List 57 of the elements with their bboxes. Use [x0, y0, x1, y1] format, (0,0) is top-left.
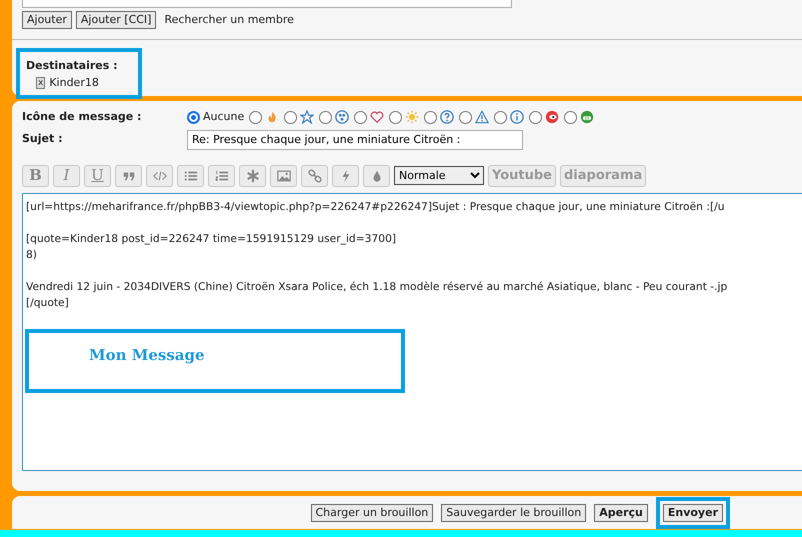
action-button[interactable]: Envoyer — [662, 504, 723, 522]
radio-button[interactable] — [389, 110, 402, 124]
quote-button[interactable] — [115, 164, 142, 186]
radio-button[interactable] — [459, 110, 472, 124]
asterisk-button[interactable] — [239, 164, 266, 186]
angry-face-icon — [545, 110, 560, 124]
message-field[interactable] — [22, 192, 802, 470]
add-button[interactable]: Ajouter [CCI] — [76, 11, 156, 29]
message-icon-label: Icône de message : — [22, 109, 142, 125]
grin-face-icon — [580, 110, 594, 124]
radio-label: Aucune — [203, 109, 244, 125]
text-line: [url=https://meharifrance.fr/phpBB3-4/viewtopic.php?p=226247#p226247]Sujet : Presque chaque jour, une miniature Citroën :[/u — [26, 198, 726, 214]
subject-label: Sujet : — [22, 131, 64, 148]
info-icon — [510, 110, 524, 124]
asterisk-icon — [246, 168, 260, 182]
text-line: [/quote] — [26, 294, 70, 310]
sun-icon — [405, 110, 420, 124]
radio-button[interactable] — [529, 110, 542, 124]
image-button[interactable] — [270, 164, 297, 186]
radio-button[interactable] — [249, 110, 262, 124]
recipient-name: Kinder18 — [49, 74, 99, 90]
link-icon — [308, 168, 322, 182]
note-text: Mon Message — [89, 346, 205, 364]
radio-button[interactable] — [284, 110, 298, 124]
radio-button[interactable] — [187, 110, 200, 124]
numbered-list-button[interactable] — [208, 164, 235, 186]
warning-icon — [475, 110, 490, 124]
radio-button[interactable] — [354, 110, 368, 124]
question-icon — [440, 110, 454, 124]
lightning-button[interactable] — [332, 164, 359, 186]
numbered-list-icon — [214, 168, 228, 182]
text-line: Vendredi 12 juin - 2034DIVERS (Chine) Citroën Xsara Police, éch 1.18 modèle réservé au marché Asiatique, blanc - Peu courant -.jp — [26, 278, 728, 294]
list-button[interactable] — [177, 164, 204, 186]
search-member-link[interactable]: Rechercher un membre — [164, 12, 294, 28]
image-icon — [276, 168, 290, 182]
code-button[interactable] — [146, 164, 173, 186]
list-icon — [184, 168, 198, 182]
drop-button[interactable] — [363, 164, 390, 186]
subject-field[interactable]: Re: Presque chaque jour, une miniature Citroën : — [187, 130, 523, 150]
recipients-label: Destinataires : — [26, 58, 119, 74]
add-button[interactable]: Ajouter — [22, 11, 72, 29]
text-line: 8) — [26, 246, 38, 262]
radio-button[interactable] — [319, 110, 332, 124]
radio-button[interactable] — [494, 110, 508, 124]
radioactive-icon — [335, 110, 350, 124]
font-size-select[interactable]: Normale — [394, 166, 484, 185]
radio-button[interactable] — [424, 110, 438, 124]
code-icon — [152, 168, 166, 182]
link-button[interactable] — [301, 164, 328, 186]
text-line: [quote=Kinder18 post_id=226247 time=1591915129 user_id=3700] — [26, 230, 398, 246]
action-button[interactable]: Sauvegarder le brouillon — [441, 504, 586, 522]
radio-button[interactable] — [564, 110, 578, 124]
action-button[interactable]: Charger un brouillon — [310, 504, 434, 522]
heart-icon — [370, 110, 384, 124]
action-button[interactable]: Aperçu — [594, 504, 648, 522]
star-icon — [300, 110, 314, 124]
remove-button[interactable]: x — [36, 76, 46, 89]
